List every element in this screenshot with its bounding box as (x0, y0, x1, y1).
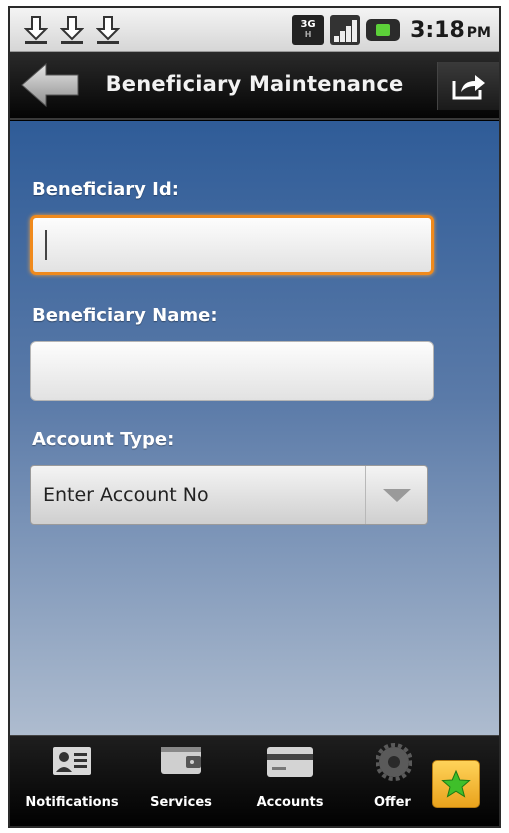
share-button[interactable] (437, 62, 499, 110)
nav-label-accounts: Accounts (256, 795, 324, 810)
page-title: Beneficiary Maintenance (105, 72, 404, 96)
nav-label-notifications: Notifications (25, 795, 119, 810)
battery-icon (366, 19, 401, 41)
network-type-icon: 3G H (292, 15, 325, 45)
account-type-selected: Enter Account No (43, 484, 209, 506)
beneficiary-id-input[interactable] (30, 215, 434, 275)
favorite-button[interactable] (432, 760, 480, 808)
account-type-select[interactable]: Enter Account No (30, 465, 428, 525)
clock: 3:18 PM (410, 18, 491, 43)
share-icon (452, 75, 485, 100)
beneficiary-id-label: Beneficiary Id: (32, 179, 179, 200)
account-type-label: Account Type: (32, 429, 175, 450)
nav-label-offer: Offer (374, 795, 411, 810)
star-icon (441, 769, 471, 798)
download-icon[interactable] (24, 15, 48, 45)
form-content: Beneficiary Id: Beneficiary Name: Accoun… (10, 121, 499, 735)
bottom-navigation: Notifications Services Accounts Offer (10, 735, 499, 826)
nav-item-notifications[interactable]: Notifications (18, 736, 126, 826)
wallet-icon (161, 747, 201, 774)
clock-time: 3:18 (410, 17, 465, 43)
credit-card-icon (267, 747, 313, 777)
beneficiary-name-label: Beneficiary Name: (32, 305, 218, 326)
text-caret (45, 230, 47, 260)
signal-strength-icon (330, 15, 361, 45)
contact-card-icon (53, 747, 91, 775)
beneficiary-name-input[interactable] (30, 341, 434, 401)
chevron-down-icon[interactable] (365, 466, 427, 524)
status-bar: 3G H 3:18 PM (10, 8, 499, 52)
network-type: 3G (300, 19, 316, 30)
nav-item-services[interactable]: Services (136, 736, 226, 826)
title-bar: Beneficiary Maintenance (10, 52, 499, 120)
clock-ampm: PM (466, 24, 491, 41)
status-indicators: 3G H 3:18 PM (292, 14, 491, 46)
network-sub: H (304, 30, 312, 39)
device-frame: 3G H 3:18 PM Beneficiary Maintenance Ben… (8, 6, 501, 828)
gear-icon (376, 743, 412, 781)
download-icon[interactable] (60, 15, 84, 45)
nav-item-offer[interactable]: Offer (360, 736, 420, 826)
nav-label-services: Services (150, 795, 212, 810)
download-icon[interactable] (96, 15, 120, 45)
nav-item-accounts[interactable]: Accounts (244, 736, 336, 826)
